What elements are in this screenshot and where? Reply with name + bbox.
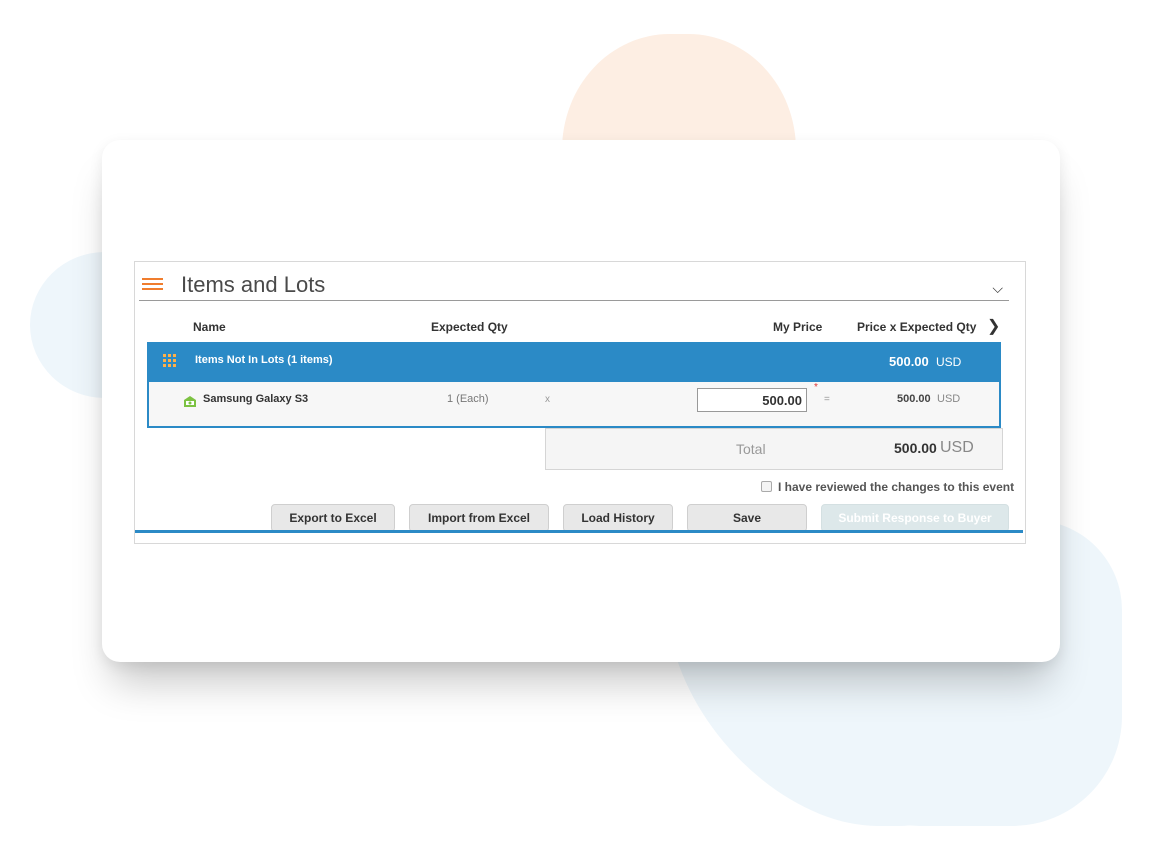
multiply-sign: x (545, 394, 550, 405)
save-button[interactable]: Save (687, 504, 807, 532)
required-marker: * (814, 382, 818, 393)
load-history-button[interactable]: Load History (563, 504, 673, 532)
equals-sign: = (824, 394, 830, 405)
group-amount: 500.00 (889, 354, 929, 369)
review-confirmation[interactable]: I have reviewed the changes to this even… (761, 480, 1014, 494)
group-currency: USD (936, 355, 962, 369)
group-row-items-not-in-lots[interactable]: Items Not In Lots (1 items) 500.00 USD (147, 342, 1001, 382)
column-header-price-x-qty: Price x Expected Qty (857, 320, 977, 334)
grid-icon (163, 354, 176, 367)
total-box: Total 500.00 USD (545, 428, 1003, 470)
item-name[interactable]: Samsung Galaxy S3 (203, 393, 308, 405)
table-row[interactable]: Samsung Galaxy S3 1 (Each) x * = 500.00 … (147, 382, 1001, 428)
group-label: Items Not In Lots (1 items) (195, 354, 333, 366)
item-expected-qty: 1 (Each) (447, 393, 489, 405)
total-label: Total (736, 441, 766, 457)
column-header-expected-qty: Expected Qty (431, 320, 508, 334)
submit-response-button[interactable]: Submit Response to Buyer (821, 504, 1009, 532)
toolbar-underline (135, 530, 1023, 533)
total-currency: USD (940, 439, 974, 456)
section-title: Items and Lots (181, 272, 326, 297)
item-icon (184, 396, 196, 407)
list-icon (142, 276, 163, 292)
review-checkbox[interactable] (761, 481, 772, 492)
section-header: Items and Lots ⌵ (139, 270, 1009, 301)
review-label: I have reviewed the changes to this even… (778, 480, 1015, 494)
items-and-lots-panel: Items and Lots ⌵ Name Expected Qty My Pr… (134, 261, 1026, 544)
chevron-down-icon[interactable]: ⌵ (992, 280, 1003, 297)
total-amount: 500.00 (894, 440, 937, 456)
column-header-my-price: My Price (773, 320, 823, 334)
item-extended-price: 500.00 (897, 393, 931, 405)
column-header-name: Name (193, 320, 226, 334)
chevron-right-icon[interactable]: ❯ (987, 316, 1000, 336)
export-to-excel-button[interactable]: Export to Excel (271, 504, 395, 532)
import-from-excel-button[interactable]: Import from Excel (409, 504, 549, 532)
my-price-input[interactable] (697, 388, 807, 412)
item-currency: USD (937, 393, 961, 405)
